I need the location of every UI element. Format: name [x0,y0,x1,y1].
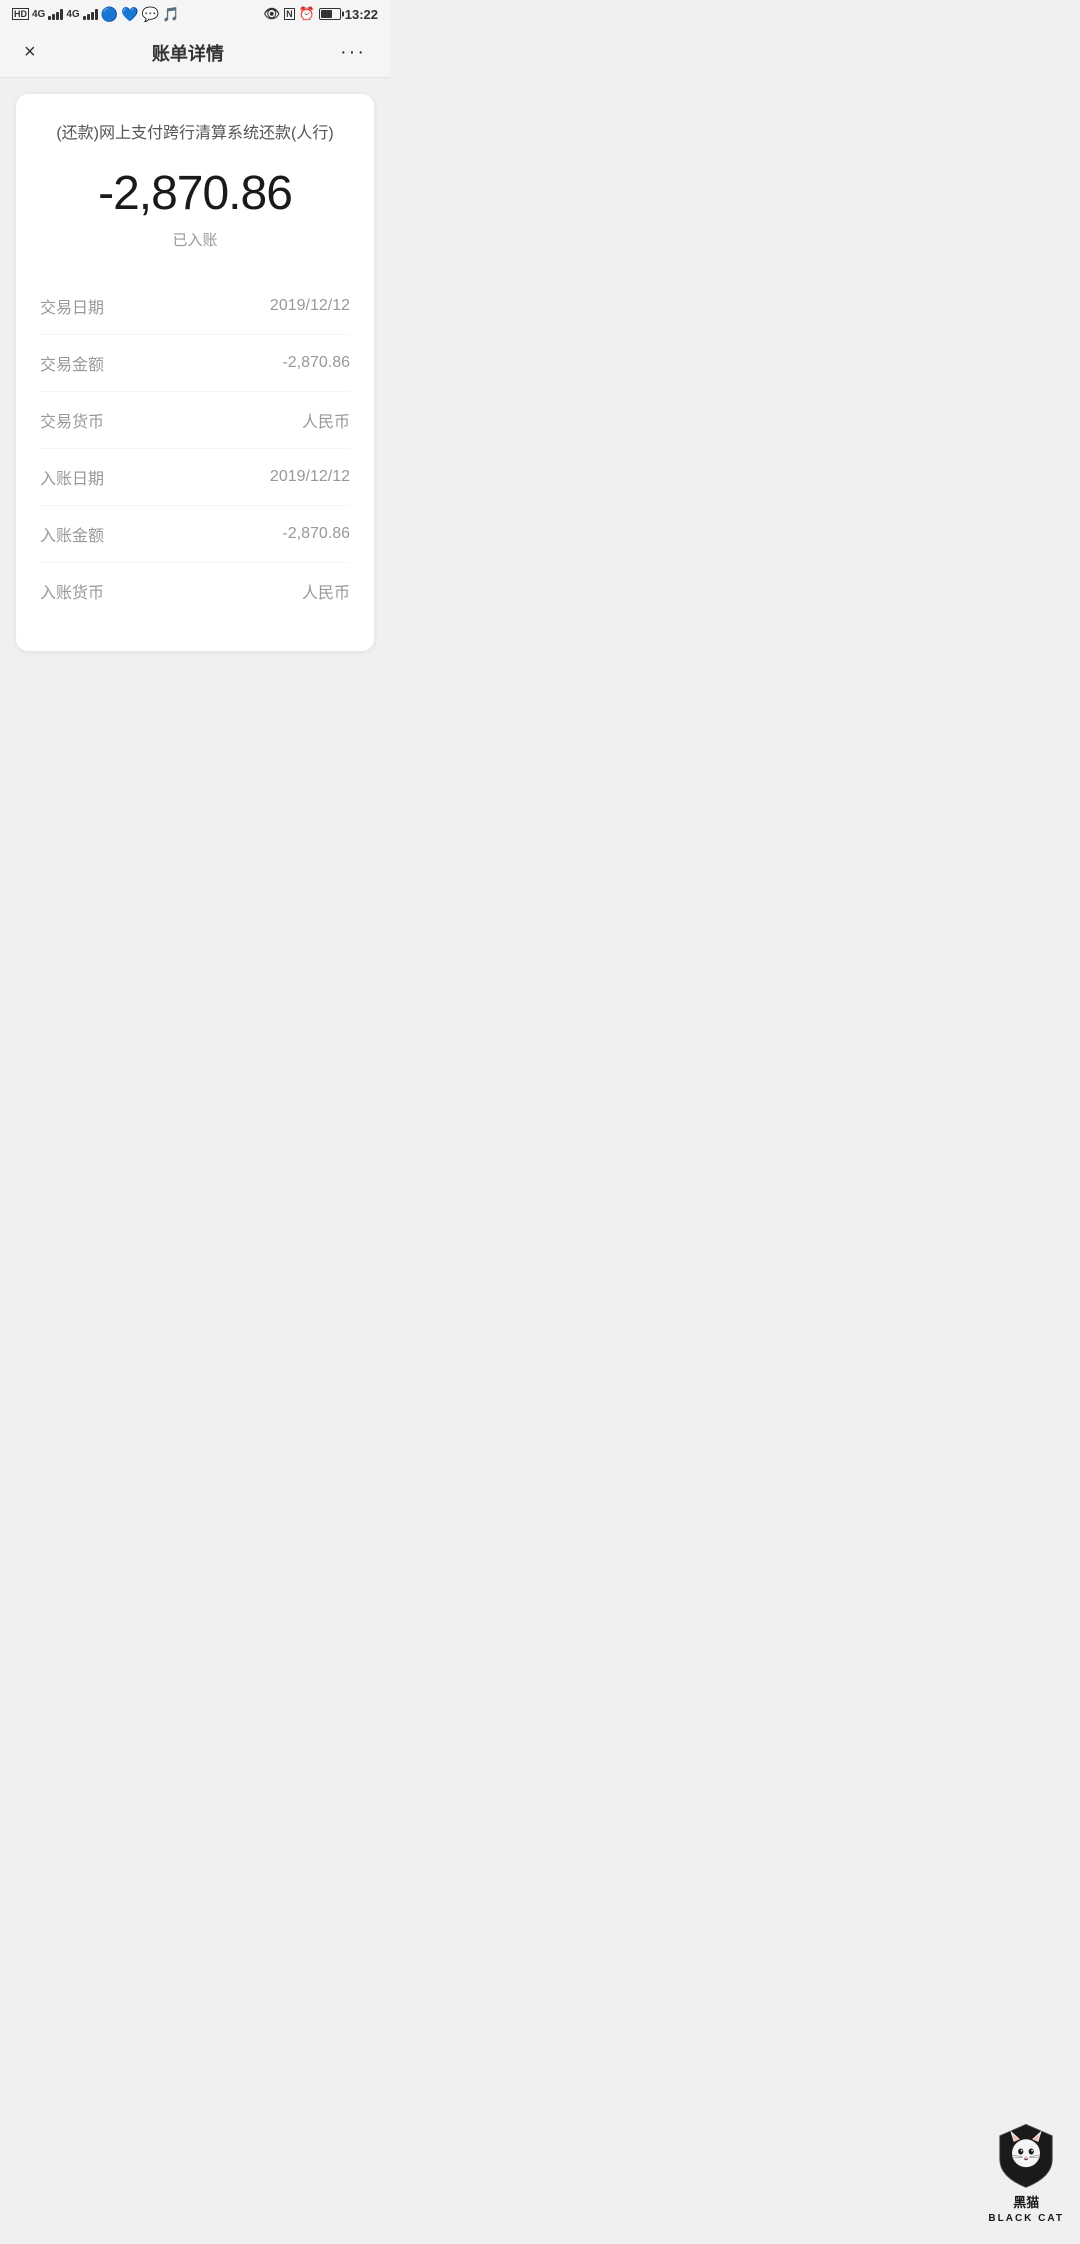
signal-bars-1 [48,8,63,20]
gray-area [0,667,390,1067]
network-4g: 4G [32,9,45,20]
app-icon-1: 🔵 [101,6,118,23]
detail-value: -2,870.86 [282,354,350,372]
hd1-label: HD [12,8,29,20]
more-button[interactable]: ··· [332,33,374,72]
detail-row: 交易日期 2019/12/12 [40,278,350,335]
transaction-status: 已入账 [40,229,350,250]
detail-value: 人民币 [302,408,350,432]
detail-label: 交易货币 [40,408,104,432]
app-icon-3: 💬 [142,6,159,23]
page-title: 账单详情 [152,40,224,66]
main-content: (还款)网上支付跨行清算系统还款(人行) -2,870.86 已入账 交易日期 2… [0,78,390,667]
blackcat-chinese-name: 黑猫 [1013,2192,1039,2211]
detail-row: 入账金额 -2,870.86 [40,506,350,563]
alarm-icon: ⏰ [299,6,315,22]
detail-label: 入账日期 [40,465,104,489]
detail-label: 入账货币 [40,579,104,603]
transaction-card: (还款)网上支付跨行清算系统还款(人行) -2,870.86 已入账 交易日期 2… [16,94,374,651]
app-icon-4: 🎵 [162,6,179,23]
nfc-icon: N [284,8,295,20]
transaction-title: (还款)网上支付跨行清算系统还款(人行) [40,122,350,146]
status-left: HD 4G 4G 🔵 💙 💬 🎵 [12,6,179,23]
detail-row: 入账货币 人民币 [40,563,350,619]
amount-display: -2,870.86 [40,166,350,221]
status-right: 👁 N ⏰ 13:22 [264,6,378,22]
detail-label: 入账金额 [40,522,104,546]
close-button[interactable]: × [16,33,44,72]
detail-value: 2019/12/12 [270,468,350,486]
detail-value: -2,870.86 [282,525,350,543]
detail-row: 交易金额 -2,870.86 [40,335,350,392]
eye-icon: 👁 [264,6,281,22]
detail-label: 交易日期 [40,294,104,318]
status-bar: HD 4G 4G 🔵 💙 💬 🎵 👁 N ⏰ 13:22 [0,0,390,28]
blackcat-logo-svg [991,2120,1061,2190]
battery-fill [321,10,333,18]
nav-bar: × 账单详情 ··· [0,28,390,78]
app-icon-2: 💙 [121,6,138,23]
detail-label: 交易金额 [40,351,104,375]
time-display: 13:22 [345,7,378,22]
detail-value: 人民币 [302,579,350,603]
detail-row: 入账日期 2019/12/12 [40,449,350,506]
detail-row: 交易货币 人民币 [40,392,350,449]
detail-value: 2019/12/12 [270,297,350,315]
blackcat-watermark: 黑猫 BLACK CAT [988,2120,1064,2224]
detail-rows: 交易日期2019/12/12交易金额-2,870.86交易货币人民币入账日期20… [40,278,350,619]
signal-bars-2 [83,8,98,20]
network-4g-2: 4G [66,9,79,20]
blackcat-en-name: BLACK CAT [988,2213,1064,2224]
battery-icon [319,8,341,20]
